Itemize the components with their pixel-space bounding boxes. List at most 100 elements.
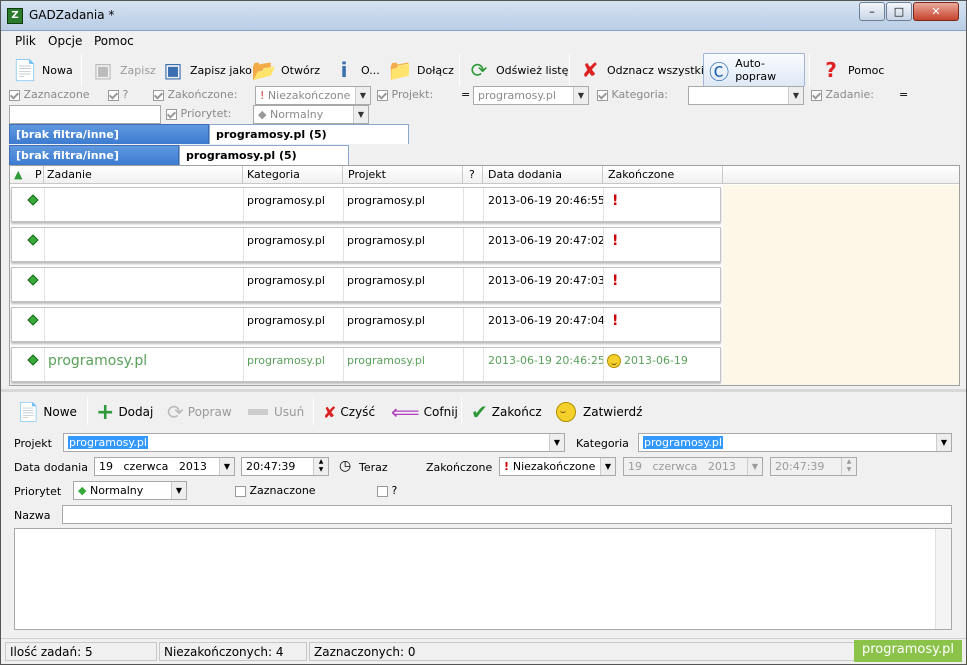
header-priority[interactable]: P <box>35 168 42 181</box>
chevron-down-icon: ▼ <box>355 87 370 104</box>
close-button[interactable]: ✕ <box>913 2 959 21</box>
checkbox[interactable] <box>153 89 164 101</box>
scrollbar[interactable] <box>935 529 951 629</box>
not-finished-icon: ! <box>612 193 619 209</box>
time-input[interactable]: 20:47:39 ▲ ▼ <box>241 457 329 476</box>
checkbox[interactable] <box>235 485 246 497</box>
minimize-button[interactable]: – <box>859 2 885 21</box>
menu-opcje[interactable]: Opcje <box>48 34 82 48</box>
filter-zadanie-input[interactable] <box>9 105 161 124</box>
grid-empty-area <box>723 185 959 385</box>
filter-question[interactable]: ? <box>108 88 128 101</box>
header-kategoria[interactable]: Kategoria <box>247 168 300 181</box>
checkbox[interactable] <box>166 108 177 120</box>
kategoria-combo[interactable]: programosy.pl ▼ <box>638 433 952 452</box>
header-projekt[interactable]: Projekt <box>348 168 386 181</box>
menu-plik[interactable]: Plik <box>15 34 36 48</box>
filter-kategoria-select[interactable]: ▼ <box>688 86 804 105</box>
zakonczone-date-picker[interactable]: 19 czerwca 2013 ▼ <box>623 457 763 476</box>
checkbox[interactable] <box>377 485 388 497</box>
about-button[interactable]: i O... <box>328 53 383 87</box>
checkbox[interactable] <box>597 89 608 101</box>
description-textarea[interactable] <box>14 528 952 630</box>
popraw-button[interactable]: ⟳ Popraw <box>167 397 232 427</box>
checkbox[interactable] <box>377 89 388 101</box>
checkbox[interactable] <box>9 89 20 101</box>
header-divider <box>482 166 483 184</box>
table-row[interactable]: programosy.pl programosy.pl programosy.p… <box>11 347 721 382</box>
cell-divider <box>483 228 484 261</box>
checkbox[interactable] <box>811 89 822 101</box>
filter-projekt-select[interactable]: programosy.pl ▼ <box>473 86 589 105</box>
dolacz-button[interactable]: 📁 Dołącz <box>384 53 457 87</box>
zakoncz-label: Zakończ <box>491 405 542 419</box>
odznacz-label: Odznacz wszystkie <box>607 63 711 77</box>
sort-icon[interactable]: ▲ <box>14 168 22 181</box>
maximize-button[interactable]: □ <box>886 2 912 21</box>
filter-priorytet[interactable]: Priorytet: <box>166 107 231 120</box>
czysc-button[interactable]: ✘ Czyść <box>323 397 375 427</box>
cofnij-button[interactable]: ⟸ Cofnij <box>391 397 458 427</box>
filter-kategoria[interactable]: Kategoria: <box>597 88 668 101</box>
tab-brak-filtra[interactable]: [brak filtra/inne] <box>9 124 209 144</box>
filter-zaznaczone[interactable]: Zaznaczone <box>9 88 90 101</box>
zapisz-button[interactable]: ▣ Zapisz <box>87 53 159 87</box>
spinner-icon[interactable]: ▲ ▼ <box>841 458 856 475</box>
nazwa-label: Nazwa <box>14 509 51 522</box>
popraw-label: Popraw <box>187 405 232 419</box>
zakoncz-button[interactable]: ✔ Zakończ <box>471 397 542 427</box>
cell-divider <box>243 268 244 301</box>
zapisz-jako-label: Zapisz jako <box>190 63 252 77</box>
priority-normal-icon <box>27 314 39 326</box>
pomoc-button[interactable]: ? Pomoc <box>815 53 887 87</box>
tab-brak-filtra[interactable]: [brak filtra/inne] <box>9 145 179 165</box>
czysc-label: Czyść <box>340 405 376 419</box>
filter-zakonczone[interactable]: Zakończone: <box>153 88 237 101</box>
header-divider <box>342 166 343 184</box>
filter-zadanie[interactable]: Zadanie: <box>811 88 874 101</box>
header-zadanie[interactable]: Zadanie <box>47 168 92 181</box>
zatwierdz-button[interactable]: Zatwierdź <box>556 397 642 427</box>
cell-data: 2013-06-19 20:46:25 <box>488 354 605 367</box>
odznacz-button[interactable]: ✘ Odznacz wszystkie <box>574 53 714 87</box>
table-row[interactable]: programosy.pl programosy.pl 2013-06-19 2… <box>11 187 721 222</box>
priorytet-select[interactable]: ◆ Normalny ▼ <box>73 481 187 500</box>
table-row[interactable]: programosy.pl programosy.pl 2013-06-19 2… <box>11 227 721 262</box>
spinner-icon[interactable]: ▲ ▼ <box>313 458 328 475</box>
zaznaczone-checkbox[interactable]: Zaznaczone <box>235 484 316 497</box>
question-checkbox[interactable]: ? <box>377 484 397 497</box>
zakonczone-select[interactable]: ! Niezakończone ▼ <box>499 457 616 476</box>
usun-button[interactable]: Usuń <box>248 397 304 427</box>
tab-programosy[interactable]: programosy.pl (5) <box>209 124 409 144</box>
filter-projekt[interactable]: Projekt: <box>377 88 433 101</box>
header-zakonczone[interactable]: Zakończone <box>608 168 674 181</box>
data-dodania-label: Data dodania <box>14 461 88 474</box>
grid-header: ▲ P Zadanie Kategoria Projekt ? Data dod… <box>10 166 959 184</box>
header-question[interactable]: ? <box>469 168 475 181</box>
data-dodania-picker[interactable]: 19 czerwca 2013 ▼ <box>94 457 235 476</box>
table-row[interactable]: programosy.pl programosy.pl 2013-06-19 2… <box>11 307 721 342</box>
nowa-button[interactable]: 📄 Nowa <box>9 53 76 87</box>
cell-data: 2013-06-19 20:47:03 <box>488 274 605 287</box>
filter-zakonczone-select[interactable]: ! Niezakończone ▼ <box>255 86 371 105</box>
clock-icon[interactable]: ◷ <box>339 458 351 474</box>
otworz-button[interactable]: 📂 Otwórz <box>248 53 323 87</box>
checkbox[interactable] <box>108 89 119 101</box>
filter-bar: Zaznaczone ? Zakończone: ! Niezakończone… <box>1 85 966 125</box>
nazwa-input[interactable] <box>62 505 952 524</box>
table-row[interactable]: programosy.pl programosy.pl 2013-06-19 2… <box>11 267 721 302</box>
menu-pomoc[interactable]: Pomoc <box>94 34 134 48</box>
zapisz-jako-button[interactable]: ▣ Zapisz jako <box>157 53 255 87</box>
auto-popraw-toggle[interactable]: Ⓒ Auto-popraw <box>703 53 805 87</box>
tab-programosy[interactable]: programosy.pl (5) <box>179 145 349 165</box>
splitter[interactable] <box>1 389 966 392</box>
zakonczone-time-input[interactable]: 20:47:39 ▲ ▼ <box>770 457 857 476</box>
dodaj-button[interactable]: + Dodaj <box>96 397 153 427</box>
filter-priorytet-select[interactable]: ◆ Normalny ▼ <box>253 105 369 124</box>
projekt-combo[interactable]: programosy.pl ▼ <box>63 433 565 452</box>
cell-kategoria: programosy.pl <box>247 234 325 247</box>
header-data[interactable]: Data dodania <box>488 168 562 181</box>
nowe-button[interactable]: 📄 Nowe <box>17 397 77 427</box>
odswiez-button[interactable]: ⟳ Odśwież listę <box>463 53 571 87</box>
teraz-button[interactable]: Teraz <box>359 461 388 474</box>
